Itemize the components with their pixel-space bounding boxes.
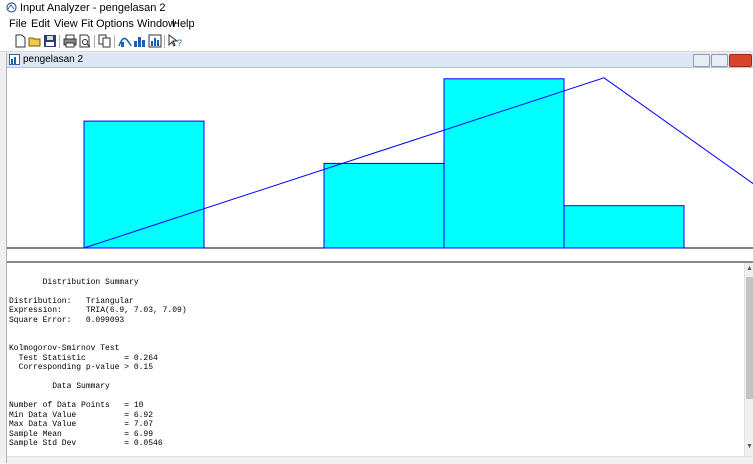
- summary-line: Kolmogorov-Smirnov Test: [9, 344, 120, 353]
- menu-view[interactable]: View: [54, 18, 78, 30]
- histogram-bar: [83, 120, 205, 249]
- histogram-bar: [323, 162, 445, 249]
- save-icon[interactable]: [43, 34, 57, 48]
- copy-icon[interactable]: [98, 34, 112, 48]
- help-icon[interactable]: ?: [168, 34, 182, 48]
- chart-options-icon[interactable]: [148, 34, 162, 48]
- histogram-bar: [563, 205, 685, 249]
- menu-bar: File Edit View Fit Options Window Help: [0, 17, 753, 32]
- summary-line: Square Error: 0.099093: [9, 315, 125, 325]
- summary-line: Max Data Value = 7.07: [9, 420, 154, 429]
- summary-line: Number of Data Points = 10: [9, 401, 144, 410]
- summary-text-pane: Distribution Summary Distribution: Trian…: [7, 263, 744, 456]
- histogram-chart: [7, 68, 753, 261]
- fit-icon[interactable]: [118, 34, 132, 48]
- toolbar: ?: [0, 32, 753, 52]
- document-icon: [9, 54, 20, 65]
- print-icon[interactable]: [63, 34, 77, 48]
- summary-line: Min Data Value = 6.92: [9, 410, 154, 420]
- restore-button[interactable]: [711, 54, 728, 67]
- menu-help[interactable]: Help: [172, 18, 195, 30]
- scroll-up-icon[interactable]: ▲: [746, 265, 753, 272]
- histogram-bar: [443, 78, 565, 249]
- summary-line: Sample Std Dev = 0.0546: [9, 439, 163, 448]
- toolbar-separator: [114, 35, 115, 48]
- app-icon: [6, 2, 17, 13]
- app-title-bar: Input Analyzer - pengelasan 2: [0, 0, 753, 17]
- print-preview-icon[interactable]: [78, 34, 92, 48]
- vertical-scrollbar[interactable]: ▲ ▼: [744, 263, 753, 456]
- menu-fit[interactable]: Fit: [81, 18, 93, 30]
- toolbar-separator: [59, 35, 60, 48]
- menu-file[interactable]: File: [9, 18, 27, 30]
- summary-line: Sample Mean = 6.99: [9, 429, 154, 439]
- minimize-button[interactable]: [693, 54, 710, 67]
- menu-edit[interactable]: Edit: [31, 18, 50, 30]
- open-icon[interactable]: [28, 34, 42, 48]
- summary-line: Corresponding p-value > 0.15: [9, 363, 154, 372]
- svg-text:?: ?: [177, 38, 182, 48]
- scrollbar-thumb[interactable]: [746, 277, 753, 399]
- menu-window[interactable]: Window: [137, 18, 176, 30]
- summary-line: Distribution Summary: [9, 277, 139, 287]
- child-title: pengelasan 2: [23, 54, 84, 65]
- app-title: Input Analyzer - pengelasan 2: [20, 2, 166, 14]
- menu-options[interactable]: Options: [96, 18, 134, 30]
- new-icon[interactable]: [13, 34, 27, 48]
- summary-line: Data Summary: [9, 382, 110, 391]
- summary-line: Expression: TRIA(6.9, 7.03, 7.09): [9, 306, 187, 315]
- scroll-down-icon[interactable]: ▼: [746, 443, 753, 450]
- summary-line: Test Statistic = 0.264: [9, 353, 158, 363]
- child-title-bar: pengelasan 2: [7, 53, 753, 68]
- toolbar-separator: [164, 35, 165, 48]
- close-button[interactable]: [729, 54, 752, 67]
- distribution-summary-text: Distribution Summary Distribution: Trian…: [9, 268, 187, 449]
- histogram-icon[interactable]: [133, 34, 147, 48]
- histogram-svg: [7, 77, 753, 249]
- summary-line: Distribution: Triangular: [9, 296, 134, 306]
- toolbar-separator: [94, 35, 95, 48]
